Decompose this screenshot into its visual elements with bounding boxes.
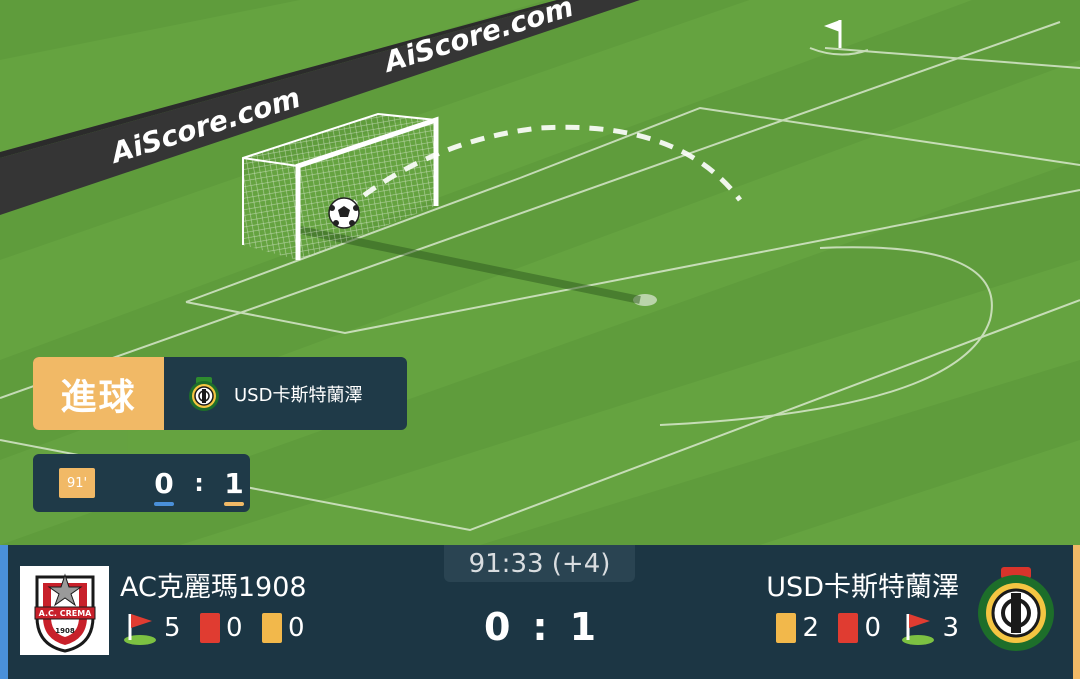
team-crest-icon: A.C. CREMA 1908 <box>34 572 95 653</box>
minute-badge: 91' <box>59 468 95 498</box>
soccer-ball-icon <box>328 197 360 229</box>
home-yellow-cards: 0 <box>288 613 305 643</box>
away-team-name[interactable]: USD卡斯特蘭澤 <box>766 565 959 604</box>
away-corners: 3 <box>942 613 959 643</box>
yellow-card-icon <box>776 613 797 643</box>
mini-scoreboard: 91' 0 : 1 <box>33 454 250 512</box>
away-red-cards: 0 <box>864 613 881 643</box>
home-red-cards: 0 <box>226 613 243 643</box>
match-clock: 91:33 (+4) <box>444 545 635 582</box>
mini-home-score: 0 <box>153 466 175 506</box>
main-score: 0 : 1 <box>440 605 640 649</box>
team-crest-icon <box>189 376 219 411</box>
mini-away-score: 1 <box>223 466 245 506</box>
away-yellow-cards: 2 <box>802 613 819 643</box>
away-score: 1 <box>569 605 597 649</box>
svg-text:1908: 1908 <box>55 627 75 635</box>
corner-flag-icon <box>124 614 156 645</box>
corner-flag-icon <box>902 614 935 645</box>
mini-score-separator: : <box>194 469 204 497</box>
home-accent-bar <box>0 545 8 679</box>
yellow-card-icon <box>262 613 282 643</box>
event-team-name: USD卡斯特蘭澤 <box>234 384 363 406</box>
match-bar: A.C. CREMA 1908 AC克麗瑪1908 5 0 0 91:33 (+… <box>0 545 1080 679</box>
mini-away-score-value: 1 <box>224 466 244 500</box>
event-team: USD卡斯特蘭澤 <box>164 357 407 430</box>
mini-home-score-value: 0 <box>154 466 174 500</box>
svg-text:A.C. CREMA: A.C. CREMA <box>38 609 92 618</box>
away-stats: 2 0 3 <box>776 610 959 646</box>
away-accent-bar <box>1073 545 1080 679</box>
home-corners: 5 <box>164 613 181 643</box>
home-team-logo[interactable]: A.C. CREMA 1908 <box>20 566 109 655</box>
goal-tag: 進球 <box>33 357 164 430</box>
score-separator: : <box>532 605 548 649</box>
red-card-icon <box>200 613 220 643</box>
home-team-name[interactable]: AC克麗瑪1908 <box>120 565 307 604</box>
goal-event-card: 進球 USD卡斯特蘭澤 <box>33 357 407 430</box>
team-crest-icon[interactable] <box>975 565 1057 653</box>
home-score: 0 <box>483 605 511 649</box>
home-stats: 5 0 0 <box>122 610 318 646</box>
red-card-icon <box>838 613 859 643</box>
